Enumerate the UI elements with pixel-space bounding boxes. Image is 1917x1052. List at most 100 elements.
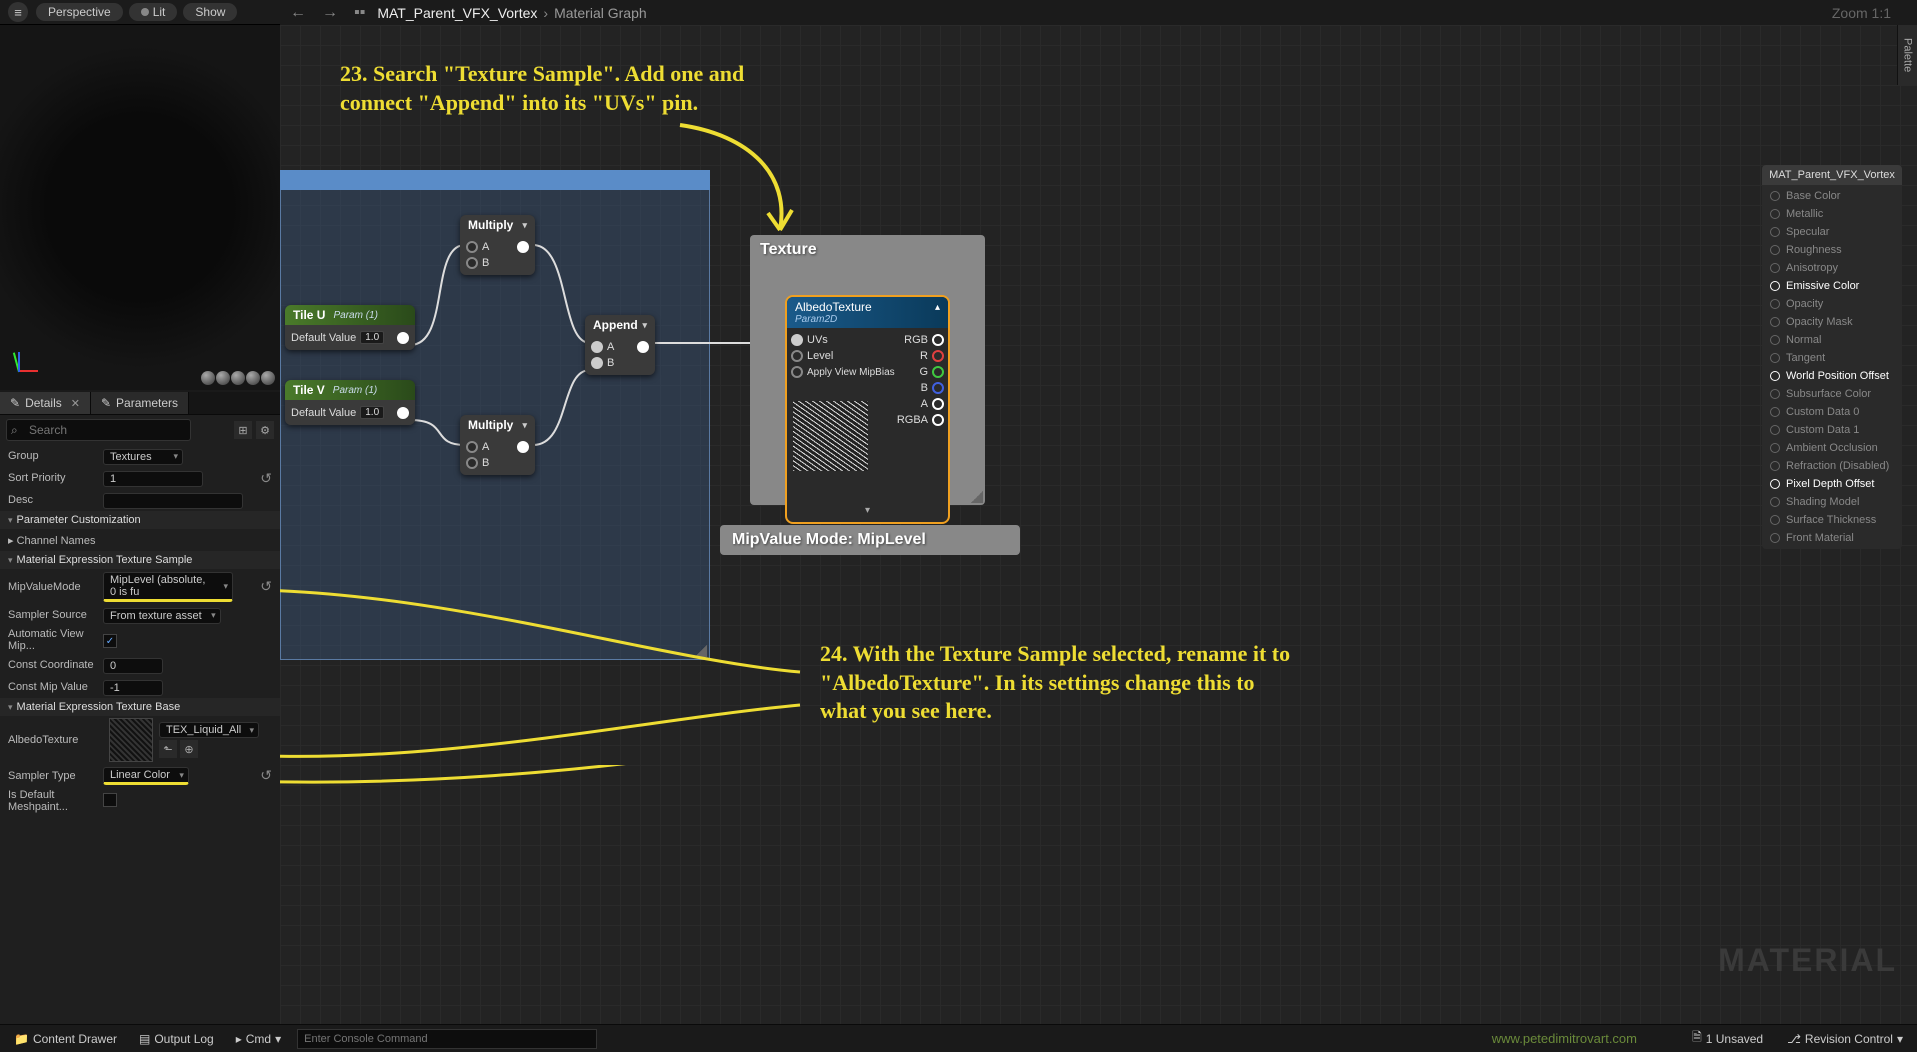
pin-ring-icon[interactable] <box>1770 191 1780 201</box>
output-pin-row[interactable]: Normal <box>1762 331 1902 349</box>
nav-forward-icon[interactable]: → <box>318 4 342 22</box>
output-pin-row[interactable]: Shading Model <box>1762 493 1902 511</box>
output-pin-row[interactable]: Subsurface Color <box>1762 385 1902 403</box>
output-pin-row[interactable]: Opacity Mask <box>1762 313 1902 331</box>
pin-ring-icon[interactable] <box>1770 497 1780 507</box>
output-pin-row[interactable]: Emissive Color <box>1762 277 1902 295</box>
desc-input[interactable] <box>103 493 243 509</box>
pin-ring-icon[interactable] <box>1770 515 1780 525</box>
output-pin-row[interactable]: Pixel Depth Offset <box>1762 475 1902 493</box>
pin-ring-icon[interactable] <box>1770 227 1780 237</box>
input-pin[interactable] <box>466 257 478 269</box>
nav-back-icon[interactable]: ← <box>286 4 310 22</box>
graph-home-icon[interactable]: ▪▪ <box>350 4 369 22</box>
cmd-dropdown[interactable]: ▸ Cmd ▾ <box>230 1030 287 1048</box>
gear-icon[interactable]: ⚙ <box>256 421 274 439</box>
browse-icon[interactable]: ⊕ <box>180 740 198 758</box>
close-icon[interactable]: ✕ <box>71 397 80 410</box>
node-tile-u[interactable]: Tile UParam (1) Default Value 1.0 <box>285 305 415 350</box>
revision-control-button[interactable]: ⎇ Revision Control ▾ <box>1781 1030 1909 1048</box>
preview-viewport[interactable] <box>0 25 280 390</box>
output-pin-rgba[interactable] <box>932 414 944 426</box>
pin-ring-icon[interactable] <box>1770 281 1780 291</box>
pin-ring-icon[interactable] <box>1770 407 1780 417</box>
node-multiply[interactable]: Multiply▾ A B <box>460 215 535 275</box>
chevron-down-icon[interactable]: ▾ <box>522 220 527 231</box>
reset-icon[interactable]: ↺ <box>260 470 272 487</box>
unsaved-button[interactable]: 🗎 1 Unsaved <box>1686 1026 1769 1051</box>
output-pin-row[interactable]: Specular <box>1762 223 1902 241</box>
pin-ring-icon[interactable] <box>1770 263 1780 273</box>
pin-ring-icon[interactable] <box>1770 389 1780 399</box>
texture-thumbnail[interactable] <box>109 718 153 762</box>
chevron-down-icon[interactable]: ▾ <box>791 503 944 518</box>
pin-ring-icon[interactable] <box>1770 461 1780 471</box>
input-pin-bias[interactable] <box>791 366 803 378</box>
node-multiply[interactable]: Multiply▾ A B <box>460 415 535 475</box>
pin-ring-icon[interactable] <box>1770 443 1780 453</box>
node-tile-v[interactable]: Tile VParam (1) Default Value 1.0 <box>285 380 415 425</box>
section-header[interactable]: Parameter Customization <box>0 511 280 529</box>
output-pin-r[interactable] <box>932 350 944 362</box>
output-pin-row[interactable]: Custom Data 1 <box>1762 421 1902 439</box>
sampler-type-select[interactable]: Linear Color <box>103 767 189 785</box>
output-pin-row[interactable]: Opacity <box>1762 295 1902 313</box>
output-pin-a[interactable] <box>932 398 944 410</box>
input-pin[interactable] <box>466 241 478 253</box>
resize-handle-icon[interactable] <box>971 491 983 503</box>
output-pin-row[interactable]: Refraction (Disabled) <box>1762 457 1902 475</box>
reset-icon[interactable]: ↺ <box>260 767 272 784</box>
perspective-dropdown[interactable]: Perspective <box>36 3 123 21</box>
console-input[interactable] <box>297 1029 597 1049</box>
show-dropdown[interactable]: Show <box>183 3 237 21</box>
output-pin-row[interactable]: Metallic <box>1762 205 1902 223</box>
input-pin-level[interactable] <box>791 350 803 362</box>
pin-ring-icon[interactable] <box>1770 353 1780 363</box>
input-pin[interactable] <box>466 457 478 469</box>
output-pin-b[interactable] <box>932 382 944 394</box>
hamburger-icon[interactable]: ≡ <box>8 2 28 22</box>
group-select[interactable]: Textures <box>103 449 183 465</box>
output-pin-row[interactable]: Custom Data 0 <box>1762 403 1902 421</box>
texture-asset-select[interactable]: TEX_Liquid_All <box>159 722 259 738</box>
palette-tab[interactable]: Palette <box>1897 25 1917 85</box>
chevron-down-icon[interactable]: ▾ <box>522 420 527 431</box>
sampler-source-select[interactable]: From texture asset <box>103 608 221 624</box>
output-log-button[interactable]: ▤ Output Log <box>133 1030 220 1048</box>
autoview-checkbox[interactable] <box>103 634 117 648</box>
node-append[interactable]: Append▾ A B <box>585 315 655 375</box>
pin-ring-icon[interactable] <box>1770 317 1780 327</box>
material-graph-canvas[interactable]: Tile UParam (1) Default Value 1.0 Tile V… <box>280 25 1917 1024</box>
content-drawer-button[interactable]: 📁 Content Drawer <box>8 1030 123 1048</box>
prop-label[interactable]: ▸ Channel Names <box>8 534 95 547</box>
input-pin[interactable] <box>466 441 478 453</box>
output-pin[interactable] <box>517 441 529 453</box>
input-pin[interactable] <box>591 341 603 353</box>
constmip-input[interactable] <box>103 680 163 696</box>
mipmode-select[interactable]: MipLevel (absolute, 0 is fu <box>103 572 233 602</box>
use-asset-icon[interactable]: ⬑ <box>159 740 177 758</box>
comment-title[interactable]: Texture <box>750 235 985 265</box>
resize-handle-icon[interactable] <box>695 645 707 657</box>
output-pin[interactable] <box>397 407 409 419</box>
pin-ring-icon[interactable] <box>1770 209 1780 219</box>
tab-parameters[interactable]: ✎ Parameters <box>91 392 189 414</box>
pin-ring-icon[interactable] <box>1770 533 1780 543</box>
search-input[interactable] <box>6 419 191 441</box>
chevron-down-icon[interactable]: ▾ <box>642 320 647 331</box>
input-pin-uvs[interactable] <box>791 334 803 346</box>
node-texture-sample[interactable]: AlbedoTexture▴ Param2D UVsRGB LevelR App… <box>785 295 950 524</box>
tab-details[interactable]: ✎ Details✕ <box>0 392 91 414</box>
sort-priority-input[interactable] <box>103 471 203 487</box>
output-pin[interactable] <box>397 332 409 344</box>
output-pin[interactable] <box>637 341 649 353</box>
default-meshpaint-checkbox[interactable] <box>103 793 117 807</box>
pin-ring-icon[interactable] <box>1770 335 1780 345</box>
material-output-node[interactable]: MAT_Parent_VFX_Vortex Base ColorMetallic… <box>1762 165 1902 549</box>
output-pin-row[interactable]: Roughness <box>1762 241 1902 259</box>
output-pin-row[interactable]: Ambient Occlusion <box>1762 439 1902 457</box>
output-pin-g[interactable] <box>932 366 944 378</box>
pin-ring-icon[interactable] <box>1770 371 1780 381</box>
section-header[interactable]: Material Expression Texture Base <box>0 698 280 716</box>
view-options-icon[interactable]: ⊞ <box>234 421 252 439</box>
